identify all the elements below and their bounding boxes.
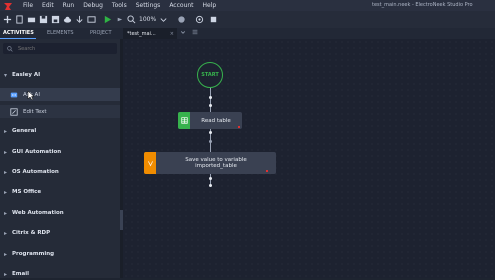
window-title: test_main.neek - ElectroNeek Studio Pro (372, 2, 473, 8)
block-label: Read table (201, 117, 231, 124)
run-icon[interactable] (102, 15, 112, 25)
chevron-right-icon: ▸ (4, 209, 8, 217)
activities-search[interactable] (3, 43, 117, 54)
target-icon[interactable] (194, 15, 204, 25)
chevron-right-icon: ▸ (4, 270, 8, 278)
connector-dot[interactable] (209, 184, 212, 187)
chevron-down-icon: ▾ (4, 71, 8, 79)
chevron-right-icon: ▸ (4, 127, 8, 135)
chevron-right-icon: ▸ (4, 188, 8, 196)
tab-menu-icon[interactable] (192, 29, 198, 37)
ai-icon (9, 90, 18, 99)
table-icon (178, 112, 190, 129)
activities-sidebar: ▾ Easley AI Ask AI Edit Text ▸ General ▸… (0, 39, 120, 278)
category-label: GUI Automation (12, 149, 62, 155)
save-icon[interactable] (38, 15, 48, 25)
category-label: Easley AI (12, 72, 41, 78)
mouse-cursor-icon (27, 90, 35, 101)
edit-text-icon (9, 107, 18, 116)
search-icon (7, 45, 13, 52)
tab-dropdown-icon[interactable] (180, 29, 186, 37)
category-citrix-rdp[interactable]: ▸ Citrix & RDP (0, 227, 120, 239)
tab-elements[interactable]: ELEMENTS (47, 30, 74, 36)
connector-dot[interactable] (209, 104, 212, 107)
category-label: Citrix & RDP (12, 230, 51, 236)
menubar: File Edit Run Debug Tools Settings Accou… (0, 0, 495, 11)
category-gui-automation[interactable]: ▸ GUI Automation (0, 146, 120, 158)
connector-dot[interactable] (209, 177, 212, 180)
search-input[interactable] (16, 44, 110, 53)
category-web-automation[interactable]: ▸ Web Automation (0, 207, 120, 219)
activity-edit-text[interactable]: Edit Text (0, 105, 120, 118)
connector-dot[interactable] (209, 131, 212, 134)
chevron-right-icon: ▸ (4, 168, 8, 176)
tabs-row: ACTIVITIES ELEMENTS PROJECT *test_mai...… (0, 28, 495, 39)
activity-block-save-value[interactable]: Save value to variable imported_table (144, 152, 276, 174)
menu-help[interactable]: Help (203, 2, 217, 9)
connector-dot[interactable] (209, 140, 212, 143)
menu-file[interactable]: File (23, 2, 33, 9)
error-indicator (266, 170, 268, 172)
open-folder-icon[interactable] (26, 15, 36, 25)
connector-dot[interactable] (209, 96, 212, 99)
debug-icon[interactable] (114, 15, 124, 25)
category-label: Email (12, 271, 29, 277)
block-label: Save value to variable imported_table (185, 157, 247, 169)
menu-settings[interactable]: Settings (136, 2, 161, 9)
menu-account[interactable]: Account (169, 2, 193, 9)
category-ms-office[interactable]: ▸ MS Office (0, 186, 120, 198)
activity-ask-ai[interactable]: Ask AI (0, 88, 120, 101)
chevron-right-icon: ▸ (4, 229, 8, 237)
start-node[interactable]: START (197, 62, 223, 88)
new-file-icon[interactable] (14, 15, 24, 25)
activity-label: Edit Text (23, 108, 47, 115)
category-label: Programming (12, 251, 55, 257)
close-icon[interactable]: × (170, 31, 174, 37)
category-programming[interactable]: ▸ Programming (0, 248, 120, 260)
layers-icon[interactable] (208, 15, 218, 25)
category-label: MS Office (12, 189, 42, 195)
zoom-level[interactable]: 100% (139, 16, 156, 23)
document-tab-label: *test_mai... (127, 30, 156, 37)
zoom-icon[interactable] (126, 15, 136, 25)
error-indicator (238, 126, 240, 128)
app-logo-icon (3, 1, 13, 10)
chevron-right-icon: ▸ (4, 148, 8, 156)
chevron-down-icon[interactable] (158, 15, 168, 25)
category-label: OS Automation (12, 169, 59, 175)
tab-project[interactable]: PROJECT (90, 30, 112, 36)
category-label: Web Automation (12, 210, 64, 216)
activity-block-read-table[interactable]: Read table (178, 112, 242, 129)
download-icon[interactable] (74, 15, 84, 25)
tab-activities[interactable]: ACTIVITIES (3, 30, 34, 36)
menu-run[interactable]: Run (63, 2, 75, 9)
category-general[interactable]: ▸ General (0, 125, 120, 137)
category-email[interactable]: ▸ Email (0, 268, 120, 280)
chevron-right-icon: ▸ (4, 250, 8, 258)
category-label: General (12, 128, 37, 134)
record-icon[interactable] (176, 15, 186, 25)
cloud-icon[interactable] (62, 15, 72, 25)
add-icon[interactable] (2, 15, 12, 25)
category-os-automation[interactable]: ▸ OS Automation (0, 166, 120, 178)
menu-edit[interactable]: Edit (42, 2, 54, 9)
menu-tools[interactable]: Tools (112, 2, 127, 9)
variable-icon (144, 152, 156, 174)
app-window: File Edit Run Debug Tools Settings Accou… (0, 0, 495, 278)
toolbar: 100% (0, 11, 495, 28)
export-icon[interactable] (86, 15, 96, 25)
category-easley-ai[interactable]: ▾ Easley AI (0, 69, 120, 81)
document-tab[interactable]: *test_mai... × (123, 28, 177, 39)
menu-debug[interactable]: Debug (83, 2, 103, 9)
save-all-icon[interactable] (50, 15, 60, 25)
